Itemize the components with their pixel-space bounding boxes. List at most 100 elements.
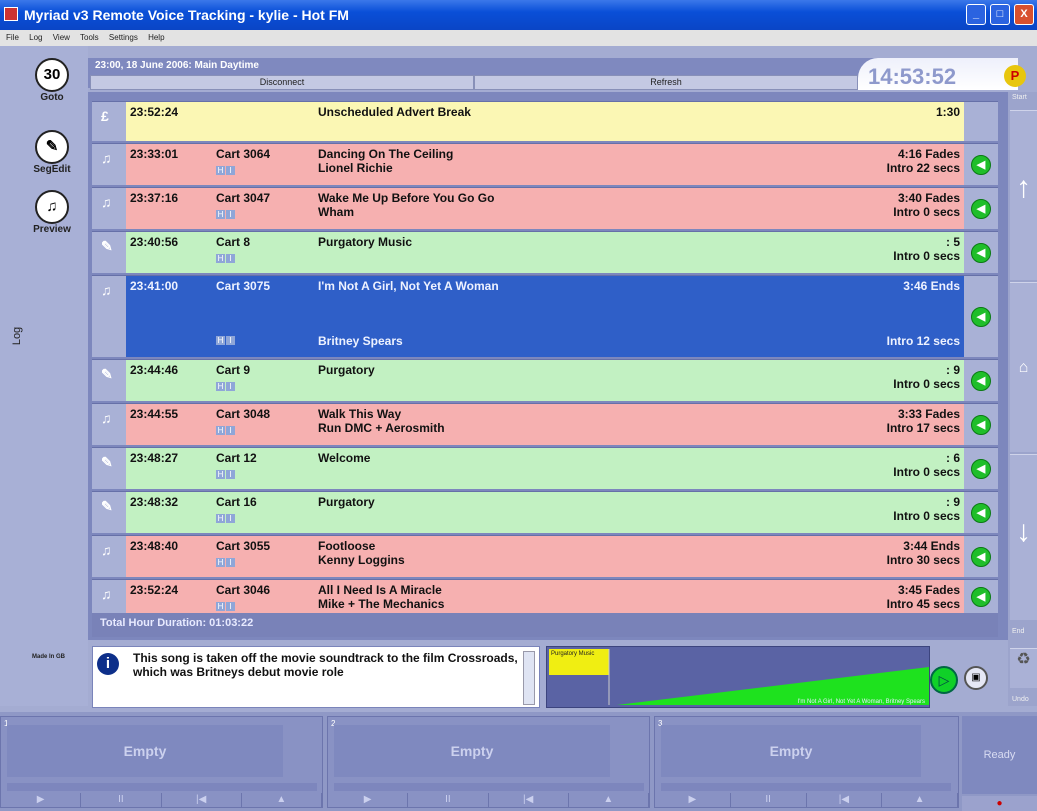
row-type: ✎	[92, 492, 126, 533]
log-row[interactable]: ♫ 23:44:55 Cart 3048 Walk This Way Run DMC +…	[92, 403, 998, 445]
speaker-icon[interactable]: ◀	[971, 154, 991, 175]
total-duration: Total Hour Duration: 01:03:22	[92, 613, 998, 637]
row-duration: : 6	[945, 451, 960, 465]
row-speaker[interactable]: ◀	[964, 580, 998, 613]
row-speaker[interactable]: ◀	[964, 144, 998, 185]
row-cart: Cart 9	[216, 363, 251, 377]
row-body: 23:48:27 Cart 12 Welcome: 6 Intro 0 secs H I	[126, 448, 964, 489]
row-title: Wake Me Up Before You Go Go	[318, 191, 495, 205]
row-artist: Kenny Loggins	[318, 553, 405, 567]
badge-i: I	[226, 558, 235, 567]
log-row[interactable]: ✎ 23:48:27 Cart 12 Welcome: 6 Intro 0 secs H I…	[92, 447, 998, 489]
play-icon[interactable]: ▶	[328, 793, 409, 807]
row-speaker[interactable]: ◀	[964, 232, 998, 273]
log-row[interactable]: £23:52:24 Unscheduled Advert Break 1:30	[92, 101, 998, 141]
row-speaker[interactable]: ◀	[964, 188, 998, 229]
row-cart: Cart 3048	[216, 407, 271, 421]
menu-view[interactable]: View	[53, 33, 70, 42]
speaker-icon[interactable]: ◀	[971, 502, 991, 523]
refresh-button[interactable]: Refresh	[474, 75, 858, 90]
log-row[interactable]: ♫ 23:33:01 Cart 3064 Dancing On The Ceiling…	[92, 143, 998, 185]
row-type: ✎	[92, 232, 126, 273]
slot-progress	[661, 783, 951, 791]
menu-log[interactable]: Log	[29, 33, 42, 42]
log-tab[interactable]: Log	[11, 327, 23, 345]
speaker-icon[interactable]: ◀	[971, 458, 991, 479]
log-row[interactable]: ♫ 23:48:40 Cart 3055 Footloose Kenny Loggins…	[92, 535, 998, 577]
scroll-up-button[interactable]: ↑	[1010, 110, 1037, 280]
menu-help[interactable]: Help	[148, 33, 164, 42]
row-title: I'm Not A Girl, Not Yet A Woman	[318, 279, 499, 293]
trash-icon[interactable]: ♻	[1010, 648, 1037, 688]
speaker-icon[interactable]: ◀	[971, 546, 991, 567]
row-time: 23:37:16	[130, 191, 179, 205]
player-slot-2[interactable]: 2 Empty ▶ II |◀ ▲	[327, 716, 650, 808]
jingle-icon: ✎	[101, 238, 113, 254]
save-icon[interactable]: ▣	[964, 666, 988, 690]
row-speaker[interactable]: ◀	[964, 360, 998, 401]
info-icon: i	[97, 653, 119, 675]
row-speaker[interactable]: ◀	[964, 404, 998, 445]
pause-icon[interactable]: II	[81, 793, 162, 807]
badge-h: H	[216, 210, 225, 219]
maximize-button[interactable]: □	[990, 4, 1010, 25]
pause-icon[interactable]: II	[731, 793, 807, 807]
preview-button[interactable]: ♫ Preview	[22, 190, 82, 235]
player-slot-1[interactable]: 1 Empty ▶ II |◀ ▲	[0, 716, 323, 808]
row-speaker[interactable]: ◀	[964, 448, 998, 489]
eject-icon[interactable]: ▲	[242, 793, 322, 807]
window-title: Myriad v3 Remote Voice Tracking - kylie …	[24, 7, 349, 23]
undo-label[interactable]: Undo	[1012, 696, 1029, 703]
row-time: 23:48:40	[130, 539, 179, 553]
row-body: 23:48:40 Cart 3055 Footloose Kenny Loggins 3…	[126, 536, 964, 577]
slot-progress	[7, 783, 317, 791]
waveform-view[interactable]: Purgatory Music I'm Not A Girl, Not Yet …	[546, 646, 930, 708]
eject-icon[interactable]: ▲	[569, 793, 649, 807]
row-speaker[interactable]: ◀	[964, 536, 998, 577]
row-title: Purgatory	[318, 495, 375, 509]
rewind-icon[interactable]: |◀	[807, 793, 883, 807]
scroll-down-button[interactable]: ↓	[1010, 454, 1037, 620]
play-icon[interactable]: ▶	[1, 793, 82, 807]
row-cart: Cart 3055	[216, 539, 271, 553]
pause-icon[interactable]: II	[408, 793, 489, 807]
speaker-icon[interactable]: ◀	[971, 586, 991, 607]
log-row[interactable]: ♫ 23:41:00 Cart 3075 I'm Not A Girl, Not Ye…	[92, 275, 998, 357]
row-speaker[interactable]: ◀	[964, 492, 998, 533]
speaker-icon[interactable]: ◀	[971, 306, 991, 327]
play-icon[interactable]: ▷	[930, 666, 958, 694]
speaker-icon[interactable]: ◀	[971, 370, 991, 391]
menu-file[interactable]: File	[6, 33, 19, 42]
end-label: End	[1012, 628, 1025, 635]
play-icon[interactable]: ▶	[655, 793, 731, 807]
rewind-icon[interactable]: |◀	[162, 793, 242, 807]
menu-settings[interactable]: Settings	[109, 33, 138, 42]
player-slot-3[interactable]: 3 Empty ▶ II |◀ ▲	[654, 716, 959, 808]
log-row[interactable]: ♫ 23:37:16 Cart 3047 Wake Me Up Before You …	[92, 187, 998, 229]
disconnect-button[interactable]: Disconnect	[90, 75, 474, 90]
row-title: Purgatory Music	[318, 235, 413, 249]
record-icon[interactable]: ●	[962, 796, 1037, 811]
row-speaker[interactable]: ◀	[964, 276, 998, 357]
row-speaker[interactable]	[964, 102, 998, 141]
log-row[interactable]: ✎ 23:40:56 Cart 8 Purgatory Music: 5 Intro 0…	[92, 231, 998, 273]
eject-icon[interactable]: ▲	[882, 793, 958, 807]
speaker-icon[interactable]: ◀	[971, 198, 991, 219]
rewind-icon[interactable]: |◀	[489, 793, 569, 807]
menu-tools[interactable]: Tools	[80, 33, 99, 42]
log-row[interactable]: ✎ 23:48:32 Cart 16 Purgatory: 9 Intro 0 secs…	[92, 491, 998, 533]
speaker-icon[interactable]: ◀	[971, 242, 991, 263]
speaker-icon[interactable]: ◀	[971, 414, 991, 435]
badge-h: H	[216, 166, 225, 175]
goto-button[interactable]: 30 Goto	[22, 58, 82, 103]
log-row[interactable]: ✎ 23:44:46 Cart 9 Purgatory: 9 Intro 0 secs H…	[92, 359, 998, 401]
segedit-button[interactable]: ✎ SegEdit	[22, 130, 82, 175]
badge-i: I	[226, 254, 235, 263]
minimize-button[interactable]: _	[966, 4, 986, 25]
close-button[interactable]: X	[1014, 4, 1034, 25]
info-scrollbar[interactable]	[523, 651, 535, 705]
log-row[interactable]: ♫ 23:52:24 Cart 3046 All I Need Is A Miracl…	[92, 579, 998, 613]
home-button[interactable]: ⌂	[1010, 282, 1037, 452]
goto-label: Goto	[40, 92, 64, 103]
hook-intro-badges: HI	[216, 166, 236, 175]
